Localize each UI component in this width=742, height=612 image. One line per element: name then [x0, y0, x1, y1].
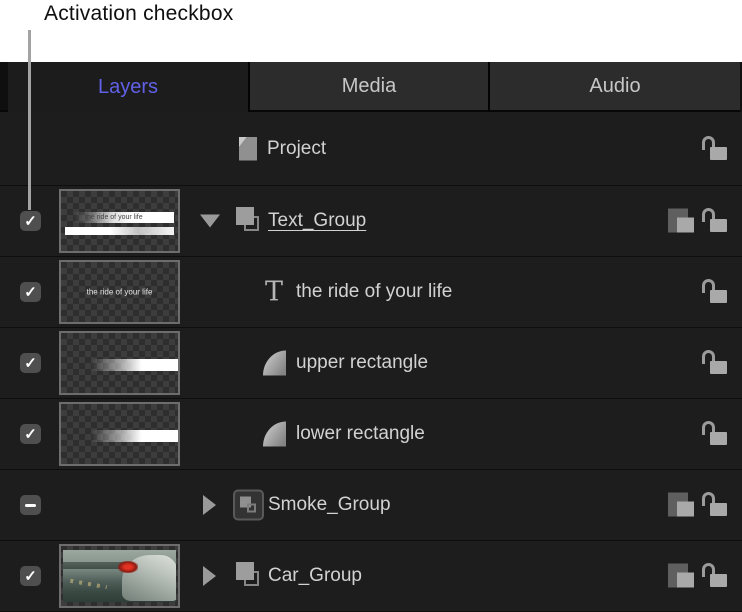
activation-checkbox-mixed[interactable] [20, 495, 41, 515]
tab-media[interactable]: Media [248, 62, 488, 112]
row-project[interactable]: Project [0, 112, 742, 186]
check-icon: ✓ [24, 356, 37, 371]
group-icon [236, 562, 264, 590]
row-smoke-group[interactable]: Smoke_Group [0, 470, 742, 541]
thumbnail-text-bar: the ride of your life [73, 212, 174, 223]
row-upper-rectangle[interactable]: ✓ upper rectangle [0, 328, 742, 399]
lock-body [710, 147, 727, 160]
thumbnail-gradient-bar [65, 227, 174, 235]
check-icon: ✓ [24, 569, 37, 584]
lock-body [710, 503, 727, 516]
shape-thumbnail [59, 402, 180, 466]
thumbnail-text: the ride of your life [61, 288, 178, 297]
unlock-icon[interactable] [701, 492, 729, 518]
unlock-icon[interactable] [701, 279, 729, 305]
layer-name[interactable]: lower rectangle [296, 423, 425, 445]
layer-order-front-rect [677, 502, 694, 517]
annotation-leader-line [28, 30, 31, 210]
photo-road-markings [70, 579, 107, 589]
photo-taillight [118, 561, 137, 572]
group-icon-dimmed [233, 490, 264, 521]
group-name[interactable]: Text_Group [268, 210, 366, 232]
layer-order-icon[interactable] [668, 209, 694, 234]
row-car-group[interactable]: ✓ Car_Group [0, 541, 742, 612]
group-name[interactable]: Smoke_Group [268, 494, 391, 516]
layers-panel: Layers Media Audio Project ✓ the ride of… [0, 62, 742, 612]
shape-layer-icon [263, 351, 286, 376]
group-icon-front-square [236, 207, 254, 225]
lock-body [710, 432, 727, 445]
thumbnail-gradient-bar [91, 430, 178, 442]
activation-checkbox[interactable]: ✓ [20, 353, 41, 373]
lock-body [710, 361, 727, 374]
activation-checkbox[interactable]: ✓ [20, 424, 41, 444]
group-icon-back-square [247, 504, 256, 513]
layer-name[interactable]: upper rectangle [296, 352, 428, 374]
row-lower-rectangle[interactable]: ✓ lower rectangle [0, 399, 742, 470]
project-name: Project [267, 138, 326, 160]
disclosure-triangle-collapsed[interactable] [203, 495, 216, 515]
text-group-thumbnail: the ride of your life [59, 189, 180, 253]
layer-order-front-rect [677, 573, 694, 588]
group-name[interactable]: Car_Group [268, 565, 362, 587]
car-photo [63, 550, 176, 602]
check-icon: ✓ [24, 427, 37, 442]
group-icon-front-square [236, 562, 254, 580]
text-layer-icon: T [265, 279, 283, 306]
unlock-icon[interactable] [701, 208, 729, 234]
thumbnail-gradient-bar [91, 359, 178, 371]
shape-layer-icon [263, 422, 286, 447]
lock-body [710, 290, 727, 303]
mixed-state-dash-icon [25, 504, 36, 507]
annotation-label: Activation checkbox [44, 2, 233, 26]
lock-body [710, 574, 727, 587]
disclosure-triangle-collapsed[interactable] [203, 566, 216, 586]
check-icon: ✓ [24, 285, 37, 300]
tab-audio[interactable]: Audio [488, 62, 740, 112]
unlock-icon[interactable] [701, 563, 729, 589]
tab-bar-left-edge [0, 62, 8, 112]
layer-name[interactable]: the ride of your life [296, 281, 452, 303]
text-layer-thumbnail: the ride of your life [59, 260, 180, 324]
layer-order-front-rect [677, 218, 694, 233]
unlock-icon[interactable] [701, 136, 729, 162]
group-icon [236, 207, 264, 235]
row-text-group[interactable]: ✓ the ride of your life Text_Group [0, 186, 742, 257]
disclosure-triangle-expanded[interactable] [200, 215, 220, 228]
tab-layers[interactable]: Layers [8, 62, 248, 112]
activation-checkbox[interactable]: ✓ [20, 566, 41, 586]
tab-bar: Layers Media Audio [0, 62, 742, 112]
unlock-icon[interactable] [701, 350, 729, 376]
activation-checkbox[interactable]: ✓ [20, 211, 41, 231]
row-text-layer[interactable]: ✓ the ride of your life T the ride of yo… [0, 257, 742, 328]
layer-order-icon[interactable] [668, 564, 694, 589]
activation-checkbox[interactable]: ✓ [20, 282, 41, 302]
unlock-icon[interactable] [701, 421, 729, 447]
layer-order-icon[interactable] [668, 493, 694, 518]
car-group-thumbnail [59, 544, 180, 608]
lock-body [710, 219, 727, 232]
shape-thumbnail [59, 331, 180, 395]
check-icon: ✓ [24, 214, 37, 229]
project-document-icon [239, 137, 257, 161]
